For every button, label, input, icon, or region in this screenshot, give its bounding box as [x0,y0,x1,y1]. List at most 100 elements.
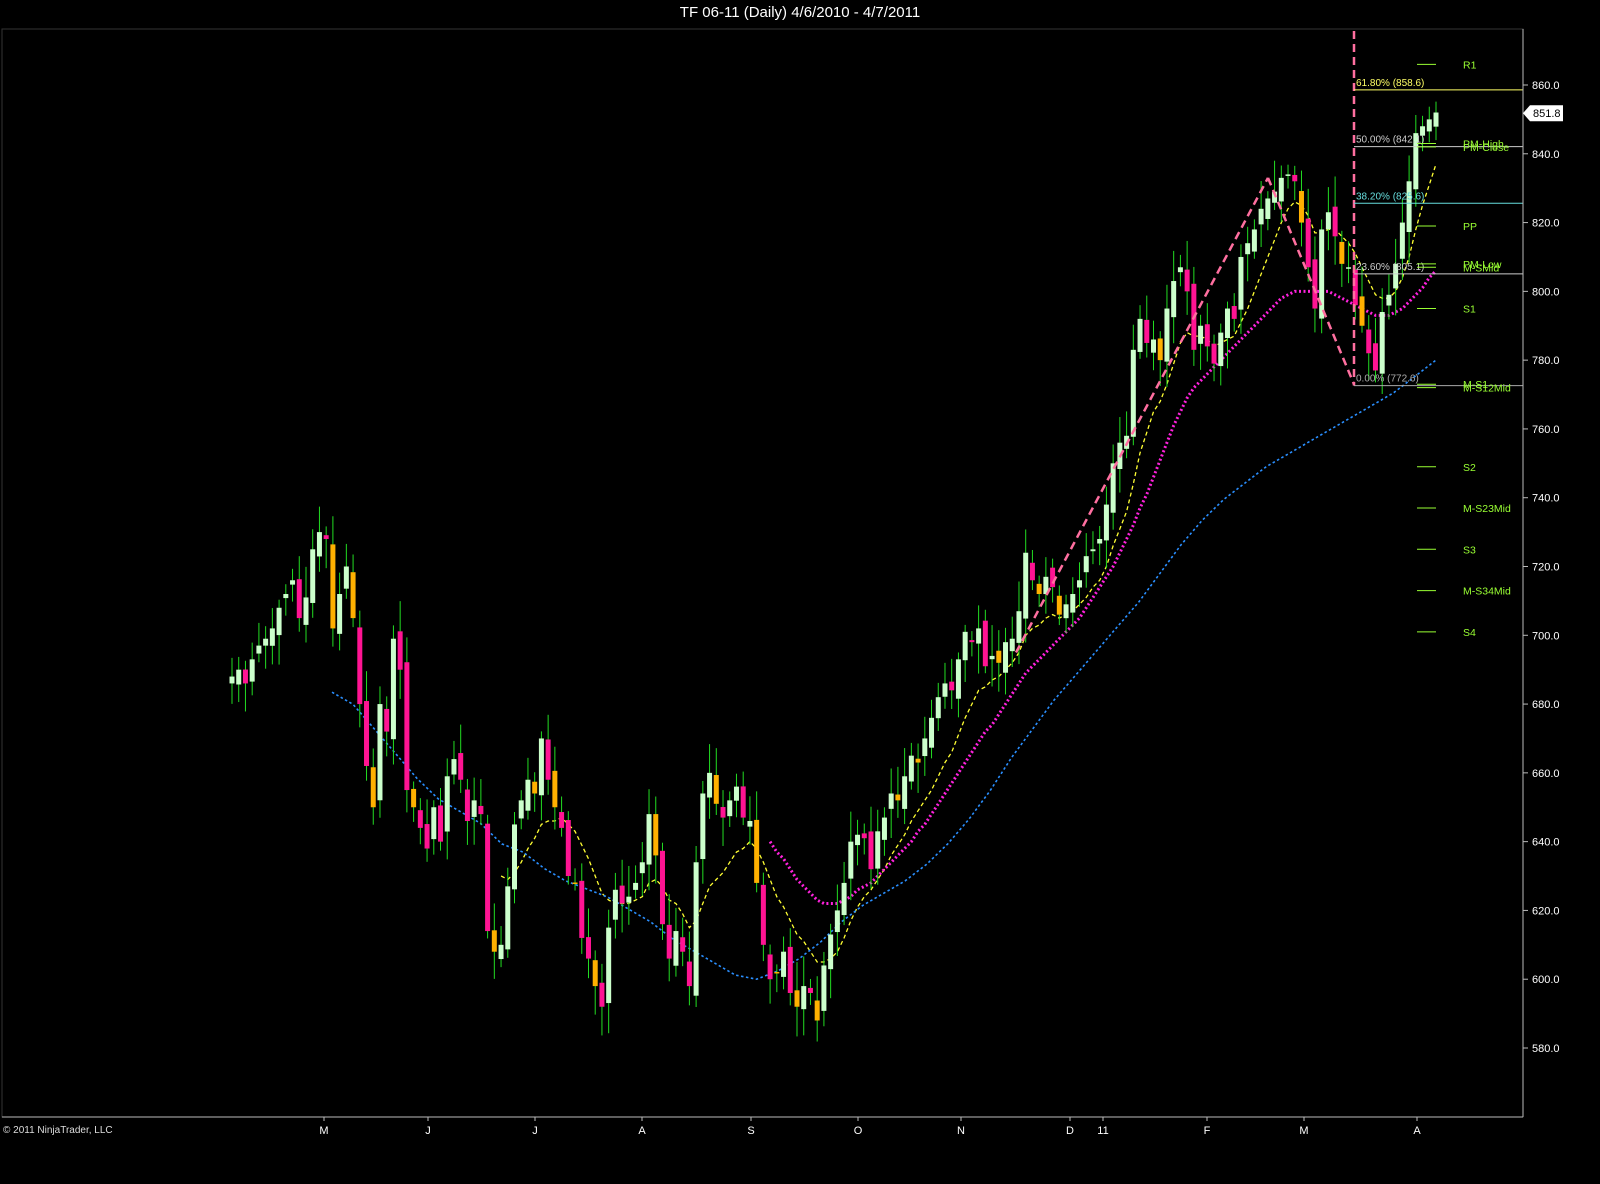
candle-body [269,628,275,646]
candle-body [1218,332,1224,367]
candle-body [1211,343,1217,364]
candle-body [720,807,726,818]
candle-body [733,786,739,801]
pivot-label: PM-Close [1463,142,1509,154]
candle-body [626,896,632,903]
last-price-marker: 851.8 [1523,105,1563,122]
candle-body [1231,306,1237,319]
x-tick-label: F [1204,1125,1211,1137]
candle-body [498,944,504,960]
pivot-label: S1 [1463,304,1476,316]
candle-body [505,886,511,950]
candle-body [1224,308,1230,339]
candle-body [249,659,255,682]
copyright-text: © 2011 NinjaTrader, LLC [3,1125,113,1136]
y-tick-label: 620.0 [1532,905,1560,917]
candle-body [794,990,800,1007]
candle-body [868,831,874,870]
candle-body [1346,267,1352,269]
x-tick-label: 11 [1097,1125,1108,1137]
candle-body [532,781,538,794]
candle-body [1177,267,1183,273]
candle-body [236,669,242,685]
last-price-label: 851.8 [1533,108,1561,120]
pivot-label: M-S12Mid [1463,383,1511,395]
candles [229,101,1439,1042]
candle-body [612,889,618,920]
candle-body [895,794,901,801]
candle-body [229,676,235,684]
candle-body [1056,595,1062,615]
candle-body [303,597,309,625]
pivot-label: PP [1463,221,1477,233]
fibonacci-retracement: 61.80% (858.6) 50.00% (842.1) 38.20% (825.… [1014,31,1523,654]
fib-swing-line [1266,177,1356,385]
candle-body [989,655,995,660]
candle-body [606,927,612,1004]
fib-level-label: 50.00% (842.1) [1356,135,1424,146]
x-tick-label: O [854,1125,863,1137]
fib-level-label: 38.20% (825.6) [1356,191,1424,202]
candle-body [1238,256,1244,310]
candle-body [1265,198,1271,219]
candle-body [451,759,457,775]
candle-body [1204,324,1210,347]
candle-body [384,708,390,732]
candle-body [935,697,941,719]
candle-body [330,544,336,629]
candlestick-chart[interactable]: 61.80% (858.6) 50.00% (842.1) 38.20% (825.… [0,0,1600,1184]
candle-body [242,669,248,684]
candle-body [572,882,578,885]
candle-body [357,627,363,705]
candle-body [1063,604,1069,619]
y-tick-label: 660.0 [1532,768,1560,780]
y-tick-label: 720.0 [1532,562,1560,574]
candle-body [1305,218,1311,268]
candle-body [1157,338,1163,361]
candle-body [343,566,349,589]
x-tick-label: N [957,1125,965,1137]
candle-body [727,800,733,817]
candle-body [646,814,652,865]
candle-body [1016,611,1022,643]
candle-body [1023,552,1029,619]
candle-body [976,628,982,644]
candle-body [545,739,551,780]
candle-body [1298,191,1304,223]
candle-body [478,805,484,815]
candle-body [431,807,437,840]
y-tick-label: 600.0 [1532,974,1560,986]
candle-body [760,884,766,945]
x-tick-label: M [319,1125,328,1137]
candle-body [1312,259,1318,309]
candle-body [337,594,343,634]
candle-body [713,775,719,804]
y-tick-label: 780.0 [1532,355,1560,367]
candle-body [1110,463,1116,513]
candle-body [747,821,753,827]
candle-body [585,937,591,959]
candle-body [1433,112,1439,127]
candle-body [1009,638,1015,652]
candle-body [1379,311,1385,374]
candle-body [296,579,302,619]
candle-body [1029,562,1035,581]
candle-body [962,631,968,661]
candle-body [1144,319,1150,343]
candle-body [1103,504,1109,541]
y-axis: 580.0 600.0 620.0 640.0 660.0 680.0 700.0 720.0… [1522,29,1560,1117]
candle-body [781,951,787,977]
candle-body [283,594,289,599]
candle-body [485,823,491,932]
candle-body [1130,349,1136,437]
candle-body [700,793,706,860]
candle-body [754,819,760,883]
candle-body [619,885,625,904]
candle-body [861,833,867,839]
candle-body [424,824,430,849]
candle-body [881,817,887,840]
candle-body [518,800,524,819]
candle-body [875,831,881,869]
candle-body [471,800,477,817]
moving-average-mid-line [768,269,1438,905]
